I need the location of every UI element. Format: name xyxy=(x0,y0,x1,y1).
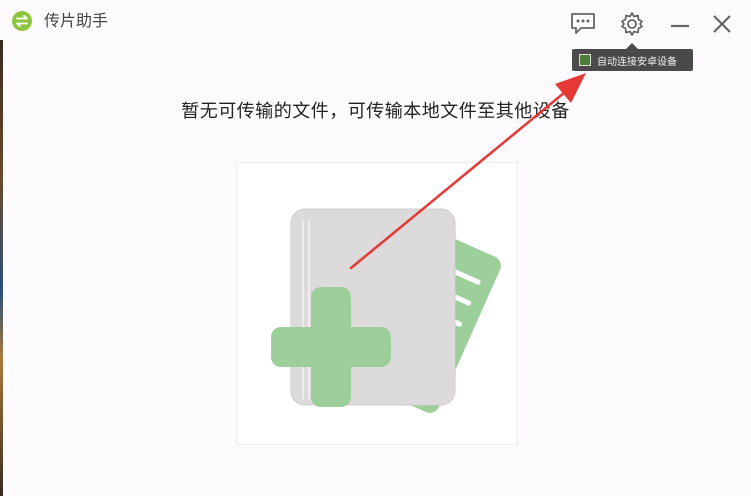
close-button[interactable] xyxy=(708,10,736,38)
app-title: 传片助手 xyxy=(44,11,109,30)
add-file-drop-area[interactable] xyxy=(236,162,518,445)
feedback-button[interactable] xyxy=(569,10,597,38)
add-file-icon xyxy=(271,208,501,413)
title-bar: 传片助手 xyxy=(0,0,751,44)
auto-connect-tooltip: 自动连接安卓设备 xyxy=(572,43,693,71)
auto-connect-checkbox[interactable] xyxy=(579,54,591,66)
empty-state-message: 暂无可传输的文件，可传输本地文件至其他设备 xyxy=(181,101,570,122)
minimize-icon xyxy=(671,24,689,28)
minimize-button[interactable] xyxy=(666,10,694,38)
auto-connect-label: 自动连接安卓设备 xyxy=(597,56,677,68)
app-logo-icon xyxy=(12,11,32,31)
gear-icon xyxy=(621,12,643,36)
chat-bubble-icon xyxy=(571,13,595,34)
settings-button[interactable] xyxy=(618,10,646,38)
close-icon xyxy=(713,15,731,33)
